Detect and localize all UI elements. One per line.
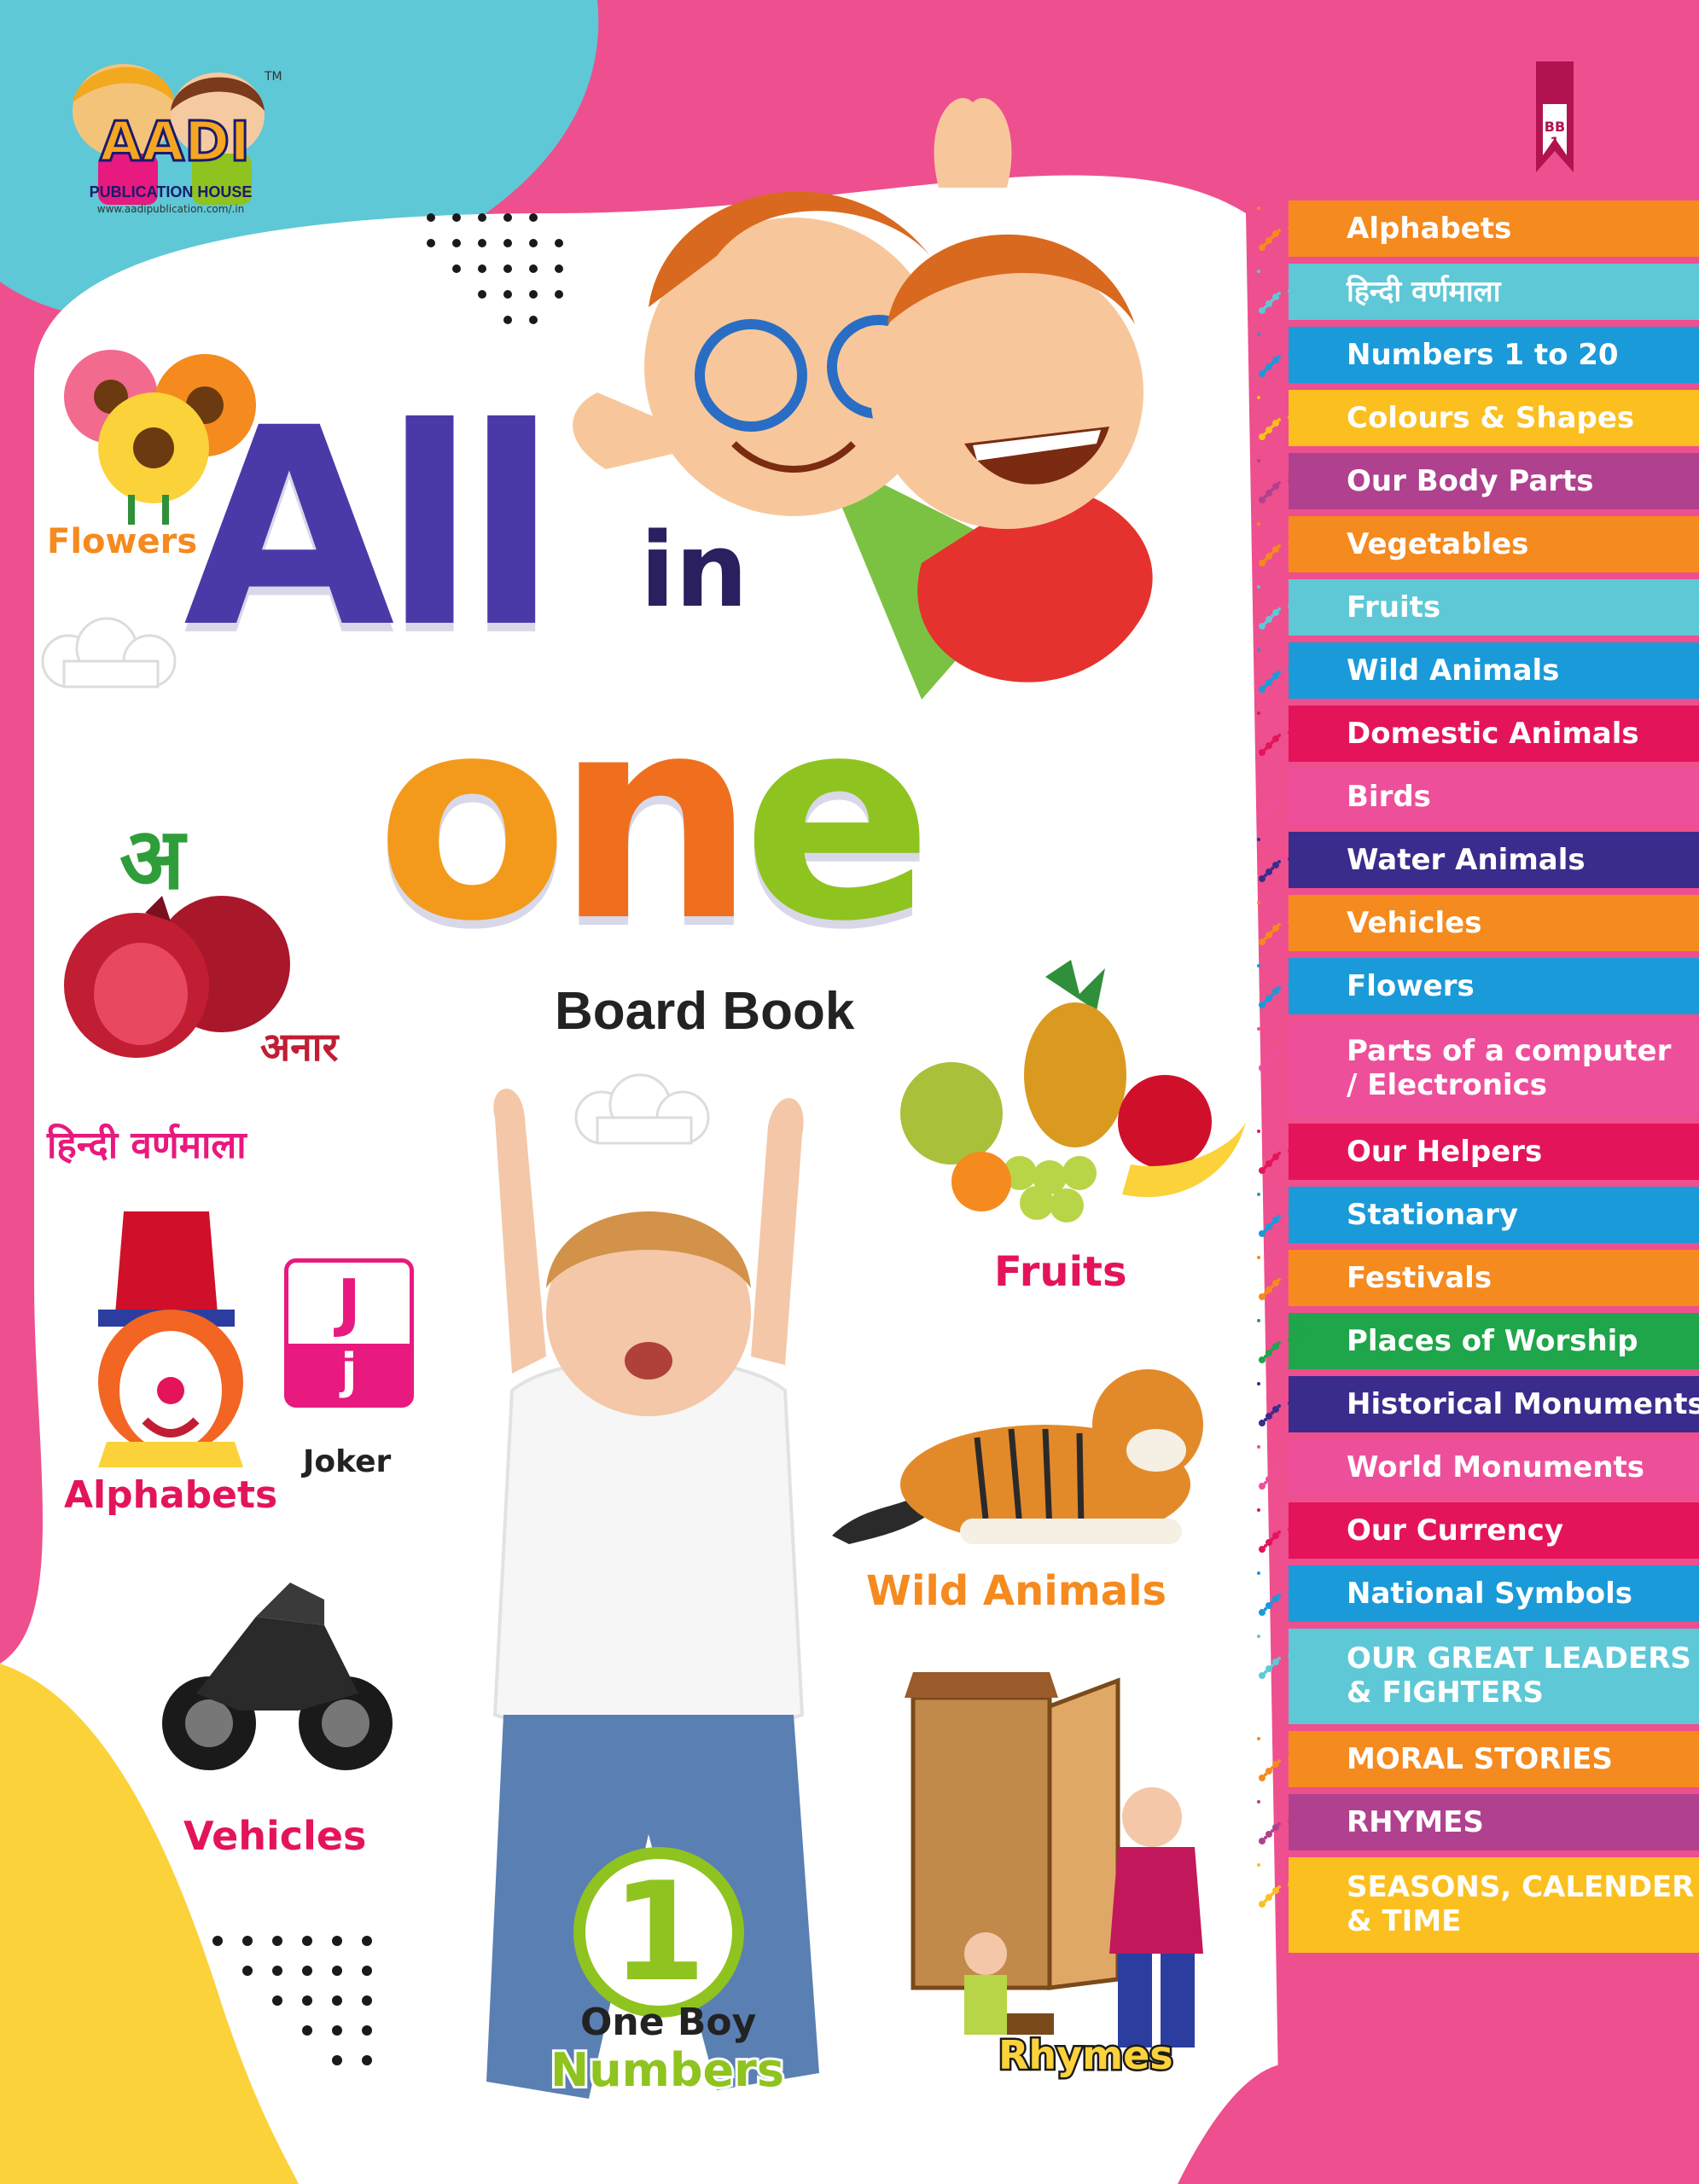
title-one-n: n bbox=[550, 655, 762, 983]
contents-item: Vehicles bbox=[1254, 895, 1699, 951]
series-code: BB 1 bbox=[1544, 119, 1566, 150]
contents-item-label: World Monuments bbox=[1347, 1450, 1645, 1484]
contents-item: Numbers 1 to 20 bbox=[1254, 327, 1699, 383]
contents-item: Colours & Shapes bbox=[1254, 390, 1699, 446]
contents-item: Alphabets bbox=[1254, 200, 1699, 257]
label-hindi-varnamala: हिन्दी वर्णमाला bbox=[47, 1124, 247, 1167]
label-wild-animals: Wild Animals bbox=[866, 1567, 1167, 1615]
cloud-icon bbox=[41, 617, 177, 688]
contents-item: Fruits bbox=[1254, 579, 1699, 636]
title-one-e: e bbox=[736, 655, 940, 983]
joker-lowercase: j bbox=[288, 1344, 410, 1403]
contents-item: Our Body Parts bbox=[1254, 453, 1699, 509]
contents-item: Birds bbox=[1254, 769, 1699, 825]
contents-item: Vegetables bbox=[1254, 516, 1699, 572]
title-one-o: o bbox=[369, 655, 575, 983]
contents-item-label: Our Currency bbox=[1347, 1513, 1563, 1548]
contents-item-label: OUR GREAT LEADERS & FIGHTERS bbox=[1347, 1641, 1691, 1710]
contents-item-label: Colours & Shapes bbox=[1347, 401, 1635, 435]
publisher-url: www.aadipublication.com/.in bbox=[96, 203, 245, 215]
contents-item-label: Our Body Parts bbox=[1347, 464, 1594, 498]
label-numbers: Numbers bbox=[548, 2041, 787, 2100]
contents-item-label: Vegetables bbox=[1347, 527, 1529, 561]
contents-item-label: Festivals bbox=[1347, 1261, 1492, 1295]
contents-item: Domestic Animals bbox=[1254, 706, 1699, 762]
label-alphabets: Alphabets bbox=[64, 1473, 278, 1517]
label-vehicles: Vehicles bbox=[183, 1813, 367, 1859]
flowers-icon bbox=[64, 350, 256, 525]
publisher-brand: AADI bbox=[99, 110, 252, 176]
contents-item-label: Stationary bbox=[1347, 1198, 1519, 1232]
contents-item-label: Domestic Animals bbox=[1347, 717, 1639, 751]
contents-item: हिन्दी वर्णमाला bbox=[1254, 264, 1699, 320]
contents-item: MORAL STORIES bbox=[1254, 1731, 1699, 1787]
label-joker: Joker bbox=[303, 1444, 392, 1479]
contents-item-label: Alphabets bbox=[1347, 212, 1512, 246]
title-one: one bbox=[369, 668, 939, 970]
contents-item-label: Parts of a computer / Electronics bbox=[1347, 1034, 1672, 1102]
contents-item-label: Fruits bbox=[1347, 590, 1441, 624]
contents-item: Stationary bbox=[1254, 1187, 1699, 1243]
contents-item: RHYMES bbox=[1254, 1794, 1699, 1850]
contents-item-label: Our Helpers bbox=[1347, 1135, 1543, 1169]
contents-item: Our Helpers bbox=[1254, 1124, 1699, 1180]
contents-item-label: Water Animals bbox=[1347, 843, 1586, 877]
contents-list: Alphabets हिन्दी वर्णमाला Numbers 1 to 20 C… bbox=[1254, 200, 1699, 1960]
contents-item-label: Places of Worship bbox=[1347, 1324, 1638, 1358]
contents-item-label: Historical Monuments bbox=[1347, 1387, 1699, 1421]
hindi-word-anar: अनार bbox=[260, 1024, 339, 1070]
label-one-boy: One Boy bbox=[580, 2001, 757, 2044]
label-rhymes: Rhymes bbox=[997, 2030, 1176, 2081]
label-flowers: Flowers bbox=[47, 522, 198, 561]
fruits-basket-icon bbox=[900, 960, 1246, 1223]
contents-item: Wild Animals bbox=[1254, 642, 1699, 699]
contents-item: Flowers bbox=[1254, 958, 1699, 1014]
contents-item: OUR GREAT LEADERS & FIGHTERS bbox=[1254, 1629, 1699, 1724]
contents-item: SEASONS, CALENDER & TIME bbox=[1254, 1857, 1699, 1953]
dot-pattern-bottom bbox=[212, 1936, 372, 2065]
contents-item-label: Vehicles bbox=[1347, 906, 1482, 940]
contents-item: Historical Monuments bbox=[1254, 1376, 1699, 1432]
contents-item-label: हिन्दी वर्णमाला bbox=[1347, 275, 1501, 309]
contents-item: World Monuments bbox=[1254, 1439, 1699, 1496]
contents-item-label: MORAL STORIES bbox=[1347, 1742, 1613, 1776]
contents-item-label: Birds bbox=[1347, 780, 1431, 814]
rhymes-cupboard-illustration bbox=[905, 1672, 1203, 2048]
clown-joker-icon bbox=[98, 1211, 243, 1467]
contents-item-label: Numbers 1 to 20 bbox=[1347, 338, 1619, 372]
subtitle-board-book: Board Book bbox=[555, 982, 855, 1041]
joker-uppercase: J bbox=[337, 1266, 361, 1339]
series-bookmark-icon bbox=[1536, 61, 1574, 172]
contents-item: National Symbols bbox=[1254, 1565, 1699, 1622]
contents-item: Places of Worship bbox=[1254, 1313, 1699, 1369]
contents-item-label: National Symbols bbox=[1347, 1577, 1632, 1611]
contents-item-label: Flowers bbox=[1347, 969, 1475, 1003]
number-one-badge: 1 bbox=[573, 1847, 744, 2018]
contents-item: Water Animals bbox=[1254, 832, 1699, 888]
contents-item: Our Currency bbox=[1254, 1502, 1699, 1559]
contents-item-label: RHYMES bbox=[1347, 1805, 1484, 1839]
title-in: in bbox=[637, 512, 752, 630]
contents-item: Festivals bbox=[1254, 1250, 1699, 1306]
tiger-icon bbox=[832, 1369, 1203, 1544]
motorcycle-icon bbox=[162, 1583, 393, 1770]
contents-item-label: SEASONS, CALENDER & TIME bbox=[1347, 1870, 1695, 1938]
publisher-name: PUBLICATION HOUSE bbox=[89, 183, 253, 200]
label-fruits: Fruits bbox=[994, 1248, 1127, 1296]
joker-letter-card: J j bbox=[284, 1258, 414, 1408]
contents-item-label: Wild Animals bbox=[1347, 653, 1560, 688]
contents-item: Parts of a computer / Electronics bbox=[1254, 1021, 1699, 1117]
trademark: TM bbox=[265, 70, 282, 84]
